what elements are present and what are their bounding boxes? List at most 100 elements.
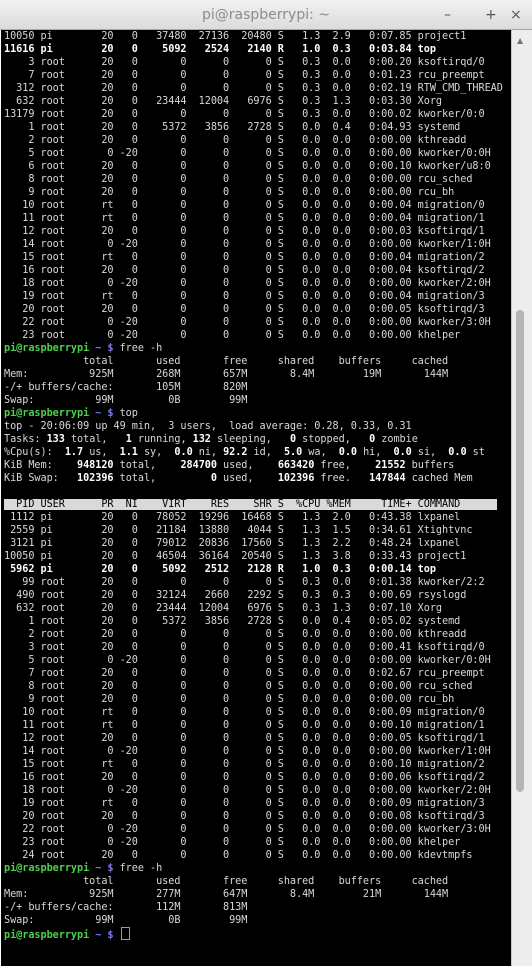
line-segment: si, <box>411 447 449 458</box>
line-segment: sleeping, <box>210 434 290 445</box>
shell-prompt-line: pi@raspberrypi ~ $ free -h <box>4 862 162 875</box>
line-segment: 663420 <box>277 460 315 471</box>
line-text: 12 root 20 0 0 0 0 S 0.0 0.0 0:00.03 kso… <box>4 226 485 237</box>
terminal-line: 1 root 20 0 5372 3856 2728 S 0.0 0.4 0:0… <box>4 615 460 628</box>
line-text: Swap: 99M 0B 99M <box>4 915 248 926</box>
line-text: 312 root 20 0 0 0 0 S 0.3 0.0 0:02.19 RT… <box>4 83 503 94</box>
line-text: Swap: 99M 0B 99M <box>4 395 248 406</box>
terminal-line: 632 root 20 0 23444 12004 6976 S 0.3 1.3… <box>4 95 442 108</box>
prompt-directory: ~ $ <box>89 408 114 419</box>
line-segment: wa, <box>302 447 339 458</box>
line-text: 3121 pi 20 0 79012 20836 17560 S 1.3 2.2… <box>4 538 461 549</box>
line-text: -/+ buffers/cache: 105M 820M <box>4 382 248 393</box>
terminal-line: 3121 pi 20 0 79012 20836 17560 S 1.3 2.2… <box>4 537 460 550</box>
line-text: 9 root 20 0 0 0 0 S 0.0 0.0 0:00.00 rcu_… <box>4 187 455 198</box>
line-segment: used, <box>216 460 278 471</box>
line-text: 490 root 20 0 32124 2660 2292 S 0.3 0.3 … <box>4 590 467 601</box>
line-segment: %Cpu(s): <box>4 447 65 458</box>
terminal-line: 2 root 20 0 0 0 0 S 0.0 0.0 0:00.00 kthr… <box>4 134 466 147</box>
terminal-line: Mem: 925M 268M 657M 8.4M 19M 144M <box>4 368 448 381</box>
terminal-line: KiB Swap: 102396 total, 0 used, 102396 f… <box>4 472 473 485</box>
terminal-line: 23 root 0 -20 0 0 0 S 0.0 0.0 0:00.00 kh… <box>4 329 460 342</box>
line-segment: 133 <box>46 434 65 445</box>
line-segment: 0.0 <box>338 447 357 458</box>
line-segment: zombie <box>375 434 418 445</box>
line-segment: running, <box>131 434 193 445</box>
terminal-line: 10050 pi 20 0 46504 36164 20540 S 1.3 3.… <box>4 550 466 563</box>
terminal-line: 2 root 20 0 0 0 0 S 0.0 0.0 0:00.00 kthr… <box>4 628 466 641</box>
terminal-line: 99 root 20 0 0 0 0 S 0.3 0.0 0:01.38 kwo… <box>4 576 484 589</box>
terminal-line: total used free shared buffers cached <box>4 875 448 888</box>
command-text: free -h <box>113 863 163 874</box>
prompt-user-host: pi@raspberrypi <box>4 408 90 419</box>
shell-prompt-line: pi@raspberrypi ~ $ free -h <box>4 342 162 355</box>
terminal-line: 19 root rt 0 0 0 0 S 0.0 0.0 0:00.04 mig… <box>4 290 484 303</box>
line-text: 11 root rt 0 0 0 0 S 0.0 0.0 0:00.04 mig… <box>4 213 485 224</box>
line-text: 20 root 20 0 0 0 0 S 0.0 0.0 0:00.05 kso… <box>4 304 485 315</box>
line-segment: us, <box>83 447 120 458</box>
text-cursor[interactable] <box>120 927 130 940</box>
line-segment: hi, <box>357 447 394 458</box>
line-segment: free, <box>314 460 376 471</box>
minimize-button[interactable]: – <box>444 7 451 23</box>
line-segment: 102396 <box>77 473 114 484</box>
terminal-line: 5 root 0 -20 0 0 0 S 0.0 0.0 0:00.00 kwo… <box>4 147 491 160</box>
terminal-output[interactable]: 10050 pi 20 0 37480 27136 20480 S 1.3 2.… <box>1 30 511 966</box>
terminal-line: 9 root 20 0 0 0 0 S 0.0 0.0 0:00.00 rcu_… <box>4 693 454 706</box>
line-text: 5 root 0 -20 0 0 0 S 0.0 0.0 0:00.00 kwo… <box>4 655 491 666</box>
line-text: 10050 pi 20 0 46504 36164 20540 S 1.3 3.… <box>4 551 467 562</box>
terminal-line: 11616 pi 20 0 5092 2524 2140 R 1.0 0.3 0… <box>4 43 436 56</box>
terminal-line: 14 root 0 -20 0 0 0 S 0.0 0.0 0:00.00 kw… <box>4 745 490 758</box>
command-text: top <box>113 408 138 419</box>
line-text: 5962 pi 20 0 5092 2512 2128 R 1.0 0.3 0:… <box>4 564 436 575</box>
line-text: 1 root 20 0 5372 3856 2728 S 0.0 0.4 0:0… <box>4 122 461 133</box>
terminal-line: 22 root 0 -20 0 0 0 S 0.0 0.0 0:00.00 kw… <box>4 316 490 329</box>
scroll-up-icon[interactable]: ▲ <box>517 36 523 45</box>
close-button[interactable]: × <box>510 7 522 23</box>
line-text: 10 root rt 0 0 0 0 S 0.0 0.0 0:00.09 mig… <box>4 707 485 718</box>
line-text: 6 root 20 0 0 0 0 S 0.0 0.0 0:00.10 kwor… <box>4 161 491 172</box>
terminal-line: 312 root 20 0 0 0 0 S 0.3 0.0 0:02.19 RT… <box>4 82 503 95</box>
terminal-line: 16 root 20 0 0 0 0 S 0.0 0.0 0:00.06 kso… <box>4 771 484 784</box>
line-segment: 21552 <box>375 460 406 471</box>
line-segment: 92.2 <box>223 447 248 458</box>
terminal-line: Swap: 99M 0B 99M <box>4 914 247 927</box>
prompt-user-host: pi@raspberrypi <box>4 863 90 874</box>
terminal-line: 3 root 20 0 0 0 0 S 0.0 0.0 0:00.41 ksof… <box>4 641 484 654</box>
terminal-line: 20 root 20 0 0 0 0 S 0.0 0.0 0:00.05 kso… <box>4 303 485 316</box>
line-text: 18 root 0 -20 0 0 0 S 0.0 0.0 0:00.00 kw… <box>4 785 491 796</box>
window-title: pi@raspberrypi: ~ <box>201 7 331 23</box>
shell-prompt-line: pi@raspberrypi ~ $ top <box>4 407 138 420</box>
line-segment: KiB Swap: <box>4 473 78 484</box>
terminal-line: 1112 pi 20 0 78052 19296 16468 S 1.3 2.0… <box>4 511 460 524</box>
line-text: 5 root 0 -20 0 0 0 S 0.0 0.0 0:00.00 kwo… <box>4 148 491 159</box>
line-text: 2559 pi 20 0 21184 13880 4044 S 1.3 1.5 … <box>4 525 473 536</box>
scrollbar-thumb[interactable] <box>516 310 524 792</box>
prompt-user-host: pi@raspberrypi <box>4 343 90 354</box>
line-segment: used, <box>216 473 278 484</box>
maximize-button[interactable]: + <box>485 7 497 23</box>
terminal-line: 23 root 0 -20 0 0 0 S 0.0 0.0 0:00.00 kh… <box>4 836 460 849</box>
command-text <box>114 930 120 941</box>
line-segment: total, <box>113 460 181 471</box>
scrollbar[interactable]: ▲ <box>511 30 532 966</box>
terminal-line: 8 root 20 0 0 0 0 S 0.0 0.0 0:00.00 rcu_… <box>4 173 472 186</box>
line-segment: id, <box>247 447 284 458</box>
line-segment: total, <box>113 473 211 484</box>
terminal-line: 5962 pi 20 0 5092 2512 2128 R 1.0 0.3 0:… <box>4 563 436 576</box>
line-segment: 0.0 <box>393 447 412 458</box>
terminal-line: 5 root 0 -20 0 0 0 S 0.0 0.0 0:00.00 kwo… <box>4 654 491 667</box>
line-text: 11 root rt 0 0 0 0 S 0.0 0.0 0:00.10 mig… <box>4 720 485 731</box>
line-text: 7 root 20 0 0 0 0 S 0.3 0.0 0:01.23 rcu_… <box>4 70 485 81</box>
prompt-user-host: pi@raspberrypi <box>4 930 90 941</box>
window-titlebar: pi@raspberrypi: ~ – + × <box>0 0 532 30</box>
terminal-line: top - 20:06:09 up 49 min, 3 users, load … <box>4 420 412 433</box>
line-text: 3 root 20 0 0 0 0 S 0.3 0.0 0:00.20 ksof… <box>4 57 485 68</box>
line-text: 10050 pi 20 0 37480 27136 20480 S 1.3 2.… <box>4 31 467 42</box>
terminal-line: 10 root rt 0 0 0 0 S 0.0 0.0 0:00.04 mig… <box>4 199 484 212</box>
line-text: 9 root 20 0 0 0 0 S 0.0 0.0 0:00.00 rcu_… <box>4 694 455 705</box>
terminal-line: %Cpu(s): 1.7 us, 1.1 sy, 0.0 ni, 92.2 id… <box>4 446 485 459</box>
line-segment: 132 <box>192 434 211 445</box>
line-segment: cached Mem <box>405 473 473 484</box>
line-text: 15 root rt 0 0 0 0 S 0.0 0.0 0:00.10 mig… <box>4 759 485 770</box>
